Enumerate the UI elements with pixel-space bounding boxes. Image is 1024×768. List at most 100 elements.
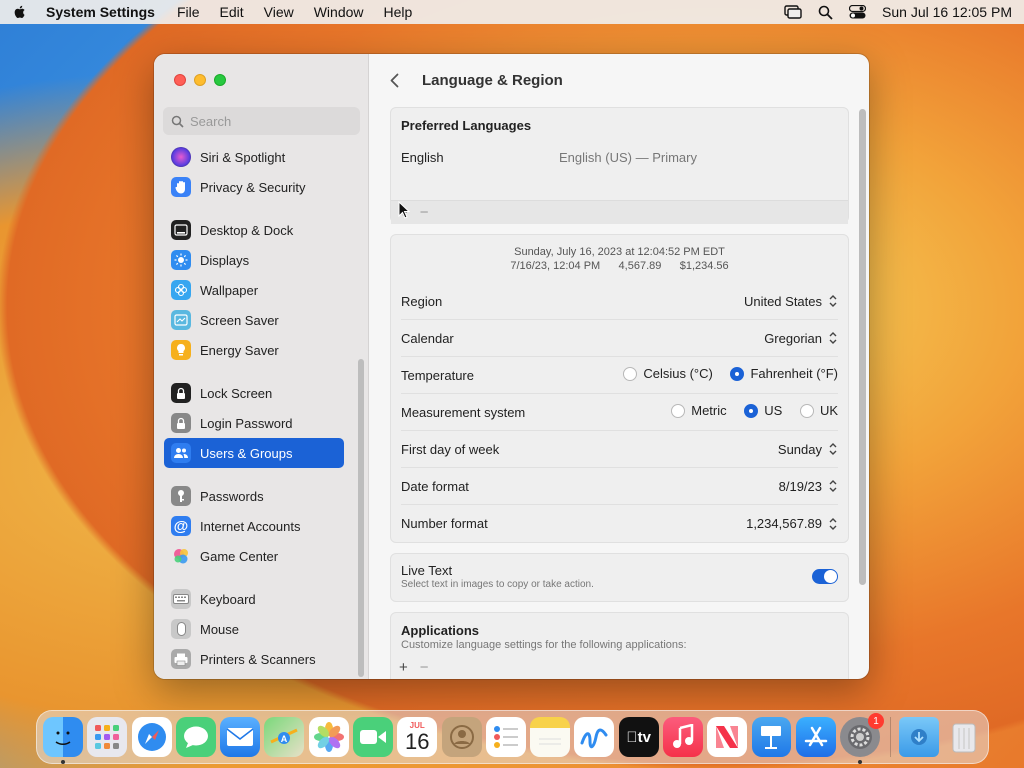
number-format-row: Number format 1,234,567.89 — [401, 505, 838, 542]
applications-add-remove-bar: + − — [391, 655, 848, 679]
menu-window[interactable]: Window — [314, 4, 364, 20]
dock-freeform[interactable] — [574, 717, 615, 757]
dock-reminders[interactable] — [485, 717, 526, 757]
sidebar-item-desktop-dock[interactable]: Desktop & Dock — [164, 215, 344, 245]
keyboard-icon — [171, 589, 191, 609]
tv-icon: tv — [626, 728, 651, 746]
close-window-button[interactable] — [174, 74, 186, 86]
temperature-row: Temperature Celsius (°C) Fahrenheit (°F) — [401, 357, 838, 394]
contacts-icon — [449, 725, 474, 749]
sidebar-item-printers-scanners[interactable]: Printers & Scanners — [164, 644, 344, 674]
dock-trash[interactable] — [944, 717, 984, 757]
sidebar-item-siri-spotlight[interactable]: Siri & Spotlight — [164, 142, 344, 172]
region-value: United States — [743, 293, 822, 309]
dock-messages[interactable] — [175, 717, 216, 757]
live-text-description: Select text in images to copy or take ac… — [401, 579, 594, 590]
dock-keynote[interactable] — [751, 717, 792, 757]
spotlight-search-icon[interactable] — [818, 5, 833, 20]
menu-help[interactable]: Help — [384, 4, 413, 20]
applications-group: Applications Customize language settings… — [390, 612, 849, 679]
content-scrollbar[interactable] — [859, 109, 866, 585]
sidebar-item-keyboard[interactable]: Keyboard — [164, 584, 344, 614]
sidebar-item-internet-accounts[interactable]: @ Internet Accounts — [164, 511, 344, 541]
settings-window: Siri & Spotlight Privacy & Security Desk… — [154, 54, 869, 679]
languages-add-remove-bar: + − — [391, 200, 848, 224]
dock-app-store[interactable] — [795, 717, 836, 757]
back-button[interactable] — [390, 68, 406, 92]
dock-system-settings[interactable]: 1 — [840, 713, 885, 764]
radio-celsius[interactable]: Celsius (°C) — [623, 366, 713, 381]
number-format-popup[interactable]: 1,234,567.89 — [746, 516, 838, 531]
minimize-window-button[interactable] — [194, 74, 206, 86]
sidebar-item-lock-screen[interactable]: Lock Screen — [164, 378, 344, 408]
dock-news[interactable] — [707, 717, 748, 757]
app-store-icon — [804, 726, 828, 747]
region-popup[interactable]: United States — [744, 294, 838, 309]
add-application-button[interactable]: + — [399, 659, 408, 676]
region-label: Region — [401, 293, 443, 309]
dock-facetime[interactable] — [352, 717, 393, 757]
menu-app-name[interactable]: System Settings — [46, 4, 155, 20]
remove-application-button[interactable]: − — [420, 659, 429, 676]
sidebar-item-privacy-security[interactable]: Privacy & Security — [164, 172, 344, 202]
sidebar-item-energy-saver[interactable]: Energy Saver — [164, 335, 344, 365]
number-format-value: 1,234,567.89 — [746, 516, 822, 531]
sidebar-item-displays[interactable]: Displays — [164, 245, 344, 275]
freeform-icon — [580, 728, 608, 749]
region-formats-group: Sunday, July 16, 2023 at 12:04:52 PM EDT… — [390, 234, 849, 543]
reminders-icon — [493, 726, 518, 748]
control-center-icon[interactable] — [849, 5, 867, 19]
dock-finder[interactable] — [43, 717, 83, 764]
calendar-popup[interactable]: Gregorian — [764, 331, 838, 346]
radio-metric[interactable]: Metric — [671, 403, 727, 418]
dock-music[interactable] — [662, 717, 703, 757]
remove-language-button[interactable]: − — [420, 204, 429, 221]
menu-clock[interactable]: Sun Jul 16 12:05 PM — [882, 4, 1012, 20]
dock-downloads-folder[interactable] — [899, 717, 940, 757]
format-preview-line2: 7/16/23, 12:04 PM 4,567.89 $1,234.56 — [510, 260, 729, 272]
dock-safari[interactable] — [131, 717, 172, 757]
menu-file[interactable]: File — [177, 4, 200, 20]
date-format-popup[interactable]: 8/19/23 — [779, 479, 838, 494]
radio-uk[interactable]: UK — [799, 403, 838, 418]
maps-icon: A — [270, 728, 299, 744]
screen-mirroring-icon[interactable] — [784, 5, 802, 19]
keynote-icon — [761, 726, 782, 749]
bulb-icon — [171, 340, 191, 360]
dock-contacts[interactable] — [441, 717, 482, 757]
dock-tv[interactable]: tv — [618, 717, 659, 757]
calendar-label: Calendar — [401, 330, 454, 346]
sidebar-item-screen-saver[interactable]: Screen Saver — [164, 305, 344, 335]
language-detail: English (US) — Primary — [559, 150, 697, 165]
dock-mail[interactable] — [220, 717, 261, 757]
sidebar-list: Siri & Spotlight Privacy & Security Desk… — [164, 142, 344, 674]
menu-bar: System Settings File Edit View Window He… — [0, 0, 1024, 24]
sidebar-item-game-center[interactable]: Game Center — [164, 541, 344, 571]
sidebar-item-wallpaper[interactable]: Wallpaper — [164, 275, 344, 305]
language-row-english[interactable]: English English (US) — Primary — [391, 142, 848, 200]
radio-us[interactable]: US — [744, 403, 782, 418]
dock-maps[interactable]: A — [264, 717, 305, 757]
menu-edit[interactable]: Edit — [220, 4, 244, 20]
sidebar-search[interactable] — [163, 107, 360, 135]
applications-title: Applications — [401, 623, 480, 638]
sidebar-item-login-password[interactable]: Login Password — [164, 408, 344, 438]
window-controls — [174, 74, 226, 86]
applications-description: Customize language settings for the foll… — [401, 639, 687, 651]
menu-view[interactable]: View — [264, 4, 294, 20]
sidebar-item-users-groups[interactable]: Users & Groups — [164, 438, 344, 468]
dock-launchpad[interactable] — [87, 717, 128, 757]
search-input[interactable] — [190, 113, 350, 129]
radio-fahrenheit[interactable]: Fahrenheit (°F) — [730, 366, 838, 381]
sidebar-scrollbar[interactable] — [358, 359, 364, 677]
apple-menu-icon[interactable] — [12, 4, 28, 20]
first-day-popup[interactable]: Sunday — [778, 442, 838, 457]
sidebar-item-passwords[interactable]: Passwords — [164, 481, 344, 511]
zoom-window-button[interactable] — [214, 74, 226, 86]
mail-icon — [226, 728, 254, 746]
dock-calendar[interactable]: JUL 16 — [397, 717, 438, 757]
live-text-toggle[interactable] — [812, 569, 838, 584]
dock-notes[interactable] — [530, 717, 571, 757]
sidebar-item-mouse[interactable]: Mouse — [164, 614, 344, 644]
dock-photos[interactable] — [308, 717, 349, 757]
